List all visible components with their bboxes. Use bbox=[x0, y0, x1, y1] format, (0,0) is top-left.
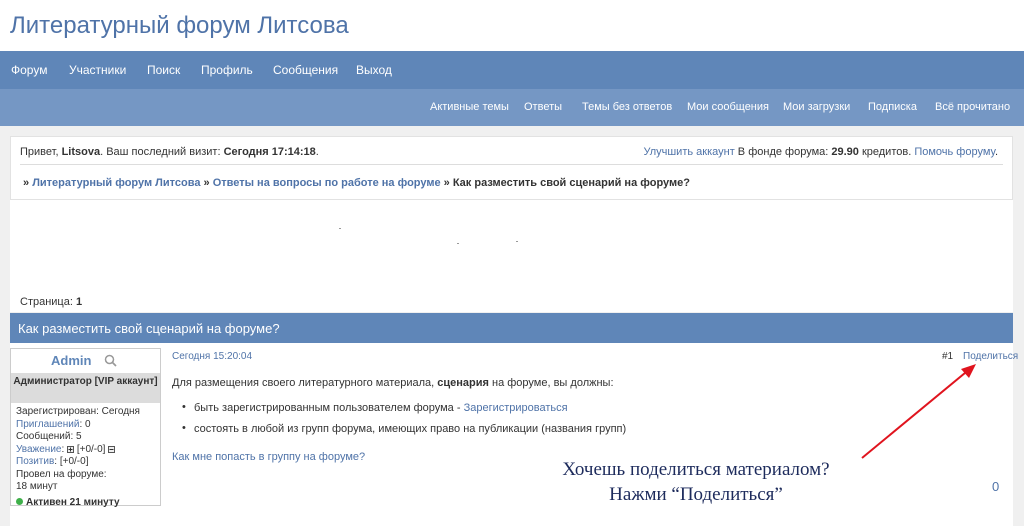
subnav-my-uploads[interactable]: Мои загрузки bbox=[783, 101, 850, 113]
invites-link[interactable]: Приглашений bbox=[16, 419, 79, 430]
invites-value: : 0 bbox=[79, 418, 91, 430]
nav-search[interactable]: Поиск bbox=[147, 63, 180, 77]
positive-value: : [+0/-0] bbox=[54, 456, 89, 467]
nav-messages[interactable]: Сообщения bbox=[273, 63, 338, 77]
nav-logout[interactable]: Выход bbox=[356, 63, 392, 77]
subnav-active-topics[interactable]: Активные темы bbox=[430, 101, 509, 113]
subnav-subscriptions[interactable]: Подписка bbox=[868, 101, 917, 113]
credits-label: кредитов. bbox=[858, 146, 915, 158]
group-join-link[interactable]: Как мне попасть в группу на форуме? bbox=[172, 451, 365, 463]
post: Admin Администратор [VIP аккаунт] Зареги… bbox=[10, 343, 1018, 526]
author-positive: Позитив: [+0/-0] bbox=[16, 456, 140, 469]
breadcrumb-section[interactable]: Ответы на вопросы по работе на форуме bbox=[213, 177, 441, 189]
annotation-line-1: Хочешь поделиться материалом? bbox=[562, 459, 830, 480]
nav-profile[interactable]: Профиль bbox=[201, 63, 253, 77]
author-header: Admin bbox=[11, 349, 160, 373]
breadcrumb-forum-home[interactable]: Литературный форум Литсова bbox=[32, 177, 200, 189]
author-active-text: Активен 21 минуту bbox=[26, 496, 120, 508]
welcome-text: Привет, Litsova. Ваш последний визит: Се… bbox=[20, 146, 319, 158]
welcome-box: Привет, Litsova. Ваш последний визит: Се… bbox=[10, 136, 1013, 200]
upgrade-account-link[interactable]: Улучшить аккаунт bbox=[643, 146, 734, 158]
author-role: Администратор [VIP аккаунт] bbox=[11, 373, 160, 403]
author-time-value: 18 минут bbox=[16, 481, 58, 492]
author-active-status: Активен 21 минуту bbox=[16, 497, 140, 510]
author-name[interactable]: Admin bbox=[51, 353, 91, 368]
fund-value: 29.90 bbox=[831, 146, 859, 158]
author-registered: Зарегистрирован: Сегодня bbox=[16, 406, 140, 417]
topic-title: Как разместить свой сценарий на форуме? bbox=[10, 313, 1013, 343]
fund-info: Улучшить аккаунт В фонде форума: 29.90 к… bbox=[643, 146, 998, 158]
subnav-replies[interactable]: Ответы bbox=[524, 101, 562, 113]
username: Litsova bbox=[61, 146, 101, 158]
pagination: Страница: 1 bbox=[20, 296, 82, 308]
author-time-label: Провел на форуме: bbox=[16, 468, 107, 480]
post-intro-text: Для размещения своего литературного мате… bbox=[172, 377, 438, 389]
help-forum-link[interactable]: Помочь форуму bbox=[914, 146, 995, 158]
decorative-dot bbox=[339, 228, 341, 229]
site-title[interactable]: Литературный форум Литсова bbox=[10, 12, 349, 40]
minus-icon[interactable] bbox=[108, 445, 116, 453]
nav-forum[interactable]: Форум bbox=[11, 63, 47, 77]
decorative-dot bbox=[516, 241, 518, 242]
divider bbox=[20, 164, 1003, 165]
subnav-mark-all-read[interactable]: Всё прочитано bbox=[935, 101, 1010, 113]
nav-members[interactable]: Участники bbox=[69, 63, 126, 77]
list-item: быть зарегистрированным пользователем фо… bbox=[182, 401, 626, 414]
annotation-callout: Хочешь поделиться материалом? Нажми “Под… bbox=[531, 457, 861, 507]
post-intro-text: на форуме, вы должны: bbox=[488, 377, 614, 389]
register-link[interactable]: Зарегистрироваться bbox=[464, 402, 568, 414]
breadcrumb-current: Как разместить свой сценарий на форуме? bbox=[452, 177, 690, 189]
subnav-my-posts[interactable]: Мои сообщения bbox=[687, 101, 769, 113]
list-item-text: быть зарегистрированным пользователем фо… bbox=[194, 402, 464, 414]
author-invites: Приглашений: 0 bbox=[16, 419, 140, 432]
author-respect: Уважение: [+0/-0] bbox=[16, 444, 140, 457]
author-messages: Сообщений: 5 bbox=[16, 431, 82, 442]
respect-link[interactable]: Уважение bbox=[16, 444, 61, 455]
post-intro: Для размещения своего литературного мате… bbox=[172, 377, 614, 389]
help-suffix: . bbox=[994, 146, 998, 158]
last-visit-value: Сегодня 17:14:18 bbox=[223, 146, 316, 158]
last-visit-label: . Ваш последний визит: bbox=[100, 146, 224, 158]
pagination-area: Страница: 1 bbox=[10, 200, 1013, 312]
fund-label: В фонде форума: bbox=[734, 146, 832, 158]
post-list: быть зарегистрированным пользователем фо… bbox=[182, 401, 627, 444]
subnav-unanswered[interactable]: Темы без ответов bbox=[582, 101, 672, 113]
author-panel: Admin Администратор [VIP аккаунт] Зареги… bbox=[10, 348, 161, 509]
sub-nav: Активные темы Ответы Темы без ответов Мо… bbox=[0, 89, 1024, 126]
positive-link[interactable]: Позитив bbox=[16, 456, 54, 467]
post-counter[interactable]: 0 bbox=[992, 479, 999, 494]
greeting-label: Привет, bbox=[20, 146, 62, 158]
breadcrumb-separator: » bbox=[440, 177, 453, 189]
plus-icon[interactable] bbox=[67, 445, 75, 453]
decorative-dot bbox=[457, 243, 459, 244]
list-item-text: состоять в любой из групп форума, имеющи… bbox=[194, 423, 627, 435]
post-number: #1 bbox=[942, 351, 954, 362]
author-stats: Зарегистрирован: Сегодня Приглашений: 0 … bbox=[16, 406, 140, 509]
main-nav: Форум Участники Поиск Профиль Сообщения … bbox=[0, 51, 1024, 89]
pagination-current-page[interactable]: 1 bbox=[76, 296, 82, 308]
breadcrumb-separator: » bbox=[23, 177, 33, 189]
post-intro-bold: сценария bbox=[437, 377, 489, 389]
post-time[interactable]: Сегодня 15:20:04 bbox=[172, 351, 252, 362]
breadcrumb-separator: » bbox=[200, 177, 213, 189]
pagination-label: Страница: bbox=[20, 296, 76, 308]
online-status-icon bbox=[16, 497, 23, 505]
list-item: состоять в любой из групп форума, имеющи… bbox=[182, 422, 627, 435]
respect-value: [+0/-0] bbox=[76, 443, 106, 455]
annotation-line-2: Нажми “Поделиться” bbox=[609, 484, 783, 505]
share-button[interactable]: Поделиться bbox=[963, 351, 1018, 362]
breadcrumb: » Литературный форум Литсова » Ответы на… bbox=[23, 177, 690, 189]
search-icon[interactable] bbox=[104, 354, 117, 370]
